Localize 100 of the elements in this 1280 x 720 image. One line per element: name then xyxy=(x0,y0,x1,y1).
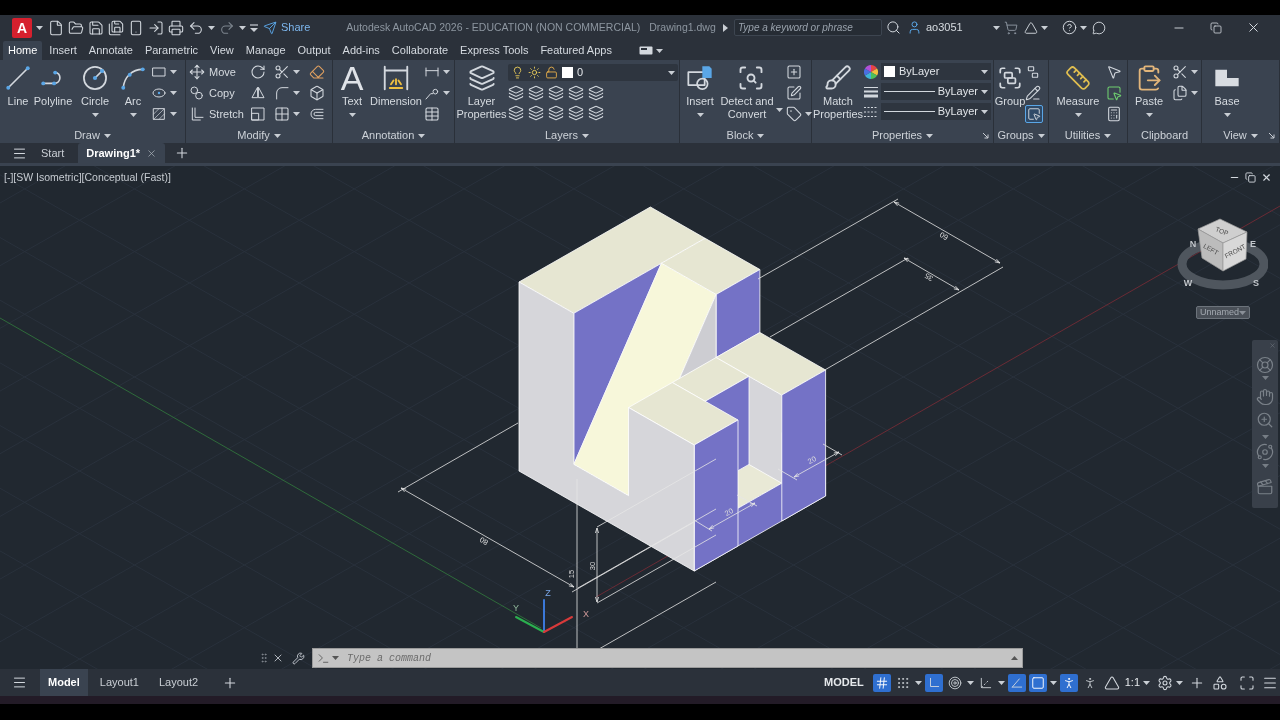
caret-icon[interactable] xyxy=(1176,680,1183,685)
caret-icon[interactable] xyxy=(981,89,988,94)
caret-icon[interactable] xyxy=(966,680,974,685)
caret-icon[interactable] xyxy=(992,25,1000,30)
circle-icon[interactable] xyxy=(81,64,109,92)
grid-array-icon[interactable] xyxy=(274,106,290,122)
caret-icon[interactable] xyxy=(293,91,300,95)
view-cube[interactable] xyxy=(1197,218,1248,272)
dashed-lines-icon[interactable] xyxy=(864,104,878,119)
caret-icon[interactable] xyxy=(1191,70,1198,74)
ribbon-tab[interactable]: Insert xyxy=(44,41,82,60)
match-properties-button[interactable]: Match Properties xyxy=(812,60,864,121)
caret-icon[interactable] xyxy=(926,133,934,138)
close-icon[interactable] xyxy=(1261,172,1272,183)
ribbon-tab[interactable]: Manage xyxy=(240,41,291,60)
arc-icon[interactable] xyxy=(120,65,146,91)
linetype-dropdown[interactable]: ByLayer xyxy=(881,103,991,120)
circle-tool-button[interactable]: Circle xyxy=(74,60,116,122)
caret-icon[interactable] xyxy=(696,113,704,117)
layers-icon[interactable] xyxy=(548,85,564,101)
caret-icon[interactable] xyxy=(1191,91,1198,95)
panel-title-button[interactable]: Utilities xyxy=(1064,130,1112,141)
calculator-icon[interactable] xyxy=(1106,106,1122,122)
clapperboard-icon[interactable] xyxy=(1256,478,1274,496)
dimension-tool-button[interactable]: Dimension xyxy=(368,60,424,122)
ribbon-tab[interactable]: Add-ins xyxy=(337,41,385,60)
shapes-icon[interactable] xyxy=(1212,674,1228,691)
chat-bubble-icon[interactable] xyxy=(1091,20,1106,35)
cube-icon[interactable] xyxy=(309,85,325,101)
lightbulb-icon[interactable] xyxy=(511,66,524,79)
panel-launcher-icon[interactable] xyxy=(982,132,989,139)
search-field[interactable]: Type a keyword or phrase xyxy=(734,19,882,36)
search-icon[interactable] xyxy=(886,20,901,35)
cart-icon[interactable] xyxy=(1003,20,1018,35)
triangle-icon[interactable] xyxy=(1023,20,1038,35)
caret-icon[interactable] xyxy=(1223,113,1231,117)
caret-icon[interactable] xyxy=(91,113,99,117)
line-tool-button[interactable]: Line xyxy=(4,60,32,122)
help-icon[interactable] xyxy=(1061,20,1077,35)
sun-icon[interactable] xyxy=(528,66,541,79)
printer-icon[interactable] xyxy=(168,19,184,36)
undo-icon[interactable] xyxy=(188,19,204,36)
ribbon-tab[interactable]: Express Tools xyxy=(455,41,534,60)
text-tool-button[interactable]: A Text xyxy=(337,60,367,122)
line-weights-icon[interactable] xyxy=(864,84,878,99)
caret-icon[interactable] xyxy=(443,91,450,95)
caret-icon[interactable] xyxy=(1040,25,1048,30)
caret-icon[interactable] xyxy=(1104,133,1112,138)
line-icon[interactable] xyxy=(5,65,31,91)
layer-dropdown[interactable]: 0 xyxy=(508,64,678,81)
caret-icon[interactable] xyxy=(293,112,300,116)
caret-icon[interactable] xyxy=(170,70,177,74)
caret-icon[interactable] xyxy=(208,25,215,30)
caret-icon[interactable] xyxy=(418,133,426,138)
square-pointer-icon[interactable] xyxy=(1106,85,1122,101)
paste-tool-button[interactable]: Paste xyxy=(1131,60,1167,117)
caret-icon[interactable] xyxy=(1145,113,1153,117)
angle-icon[interactable] xyxy=(1007,673,1026,692)
panel-title-button[interactable]: Modify xyxy=(237,130,281,141)
layout-tab[interactable]: Model xyxy=(40,669,88,696)
magnifier-icon[interactable] xyxy=(1256,411,1274,429)
caret-icon[interactable] xyxy=(443,70,450,74)
settings-icon[interactable] xyxy=(1157,674,1173,691)
caret-icon[interactable] xyxy=(332,656,339,660)
model-space-button[interactable]: MODEL xyxy=(819,674,868,691)
floppy-disks-icon[interactable] xyxy=(108,19,124,36)
scissors-icon[interactable] xyxy=(1172,64,1188,80)
caret-icon[interactable] xyxy=(1143,680,1150,685)
caret-icon[interactable] xyxy=(348,113,356,117)
menu-icon[interactable] xyxy=(12,675,27,690)
square-plus-icon[interactable] xyxy=(786,64,802,80)
caret-icon[interactable] xyxy=(293,70,300,74)
detect-and-convert-button[interactable]: Detect and Convert xyxy=(719,60,783,122)
nested-squares-icon[interactable] xyxy=(250,106,266,122)
base-view-button[interactable]: Base xyxy=(1209,60,1245,117)
square-pointer-icon[interactable] xyxy=(1025,105,1043,123)
share-button[interactable]: Share xyxy=(263,19,311,36)
panel-launcher-icon[interactable] xyxy=(1268,132,1275,139)
caret-icon[interactable] xyxy=(914,680,922,685)
orbit-icon[interactable] xyxy=(1256,443,1274,461)
paper-plane-icon[interactable] xyxy=(263,20,277,35)
panel-title-button[interactable]: Layers xyxy=(545,130,589,141)
polyline-tool-button[interactable]: Polyline xyxy=(32,60,74,122)
command-input[interactable]: Type a command xyxy=(347,650,1011,666)
caret-icon[interactable] xyxy=(170,112,177,116)
caret-icon[interactable] xyxy=(36,25,43,30)
layers-icon[interactable] xyxy=(528,85,544,101)
layers-icon[interactable] xyxy=(568,105,584,121)
pointer-icon[interactable] xyxy=(1106,64,1122,80)
caret-icon[interactable] xyxy=(1049,680,1057,685)
ruler-icon[interactable] xyxy=(1065,65,1091,91)
ribbon-tab[interactable]: Collaborate xyxy=(386,41,454,60)
dimension-icon[interactable] xyxy=(381,63,411,93)
arc-tool-button[interactable]: Arc xyxy=(116,60,150,122)
move-arrows-icon[interactable] xyxy=(189,64,205,80)
corner-lines-icon[interactable] xyxy=(189,106,205,122)
scan-magnifier-icon[interactable] xyxy=(737,64,765,92)
square-icon[interactable] xyxy=(1028,673,1047,692)
ribbon-tab[interactable]: Output xyxy=(292,41,336,60)
square-pen-icon[interactable] xyxy=(786,85,802,101)
